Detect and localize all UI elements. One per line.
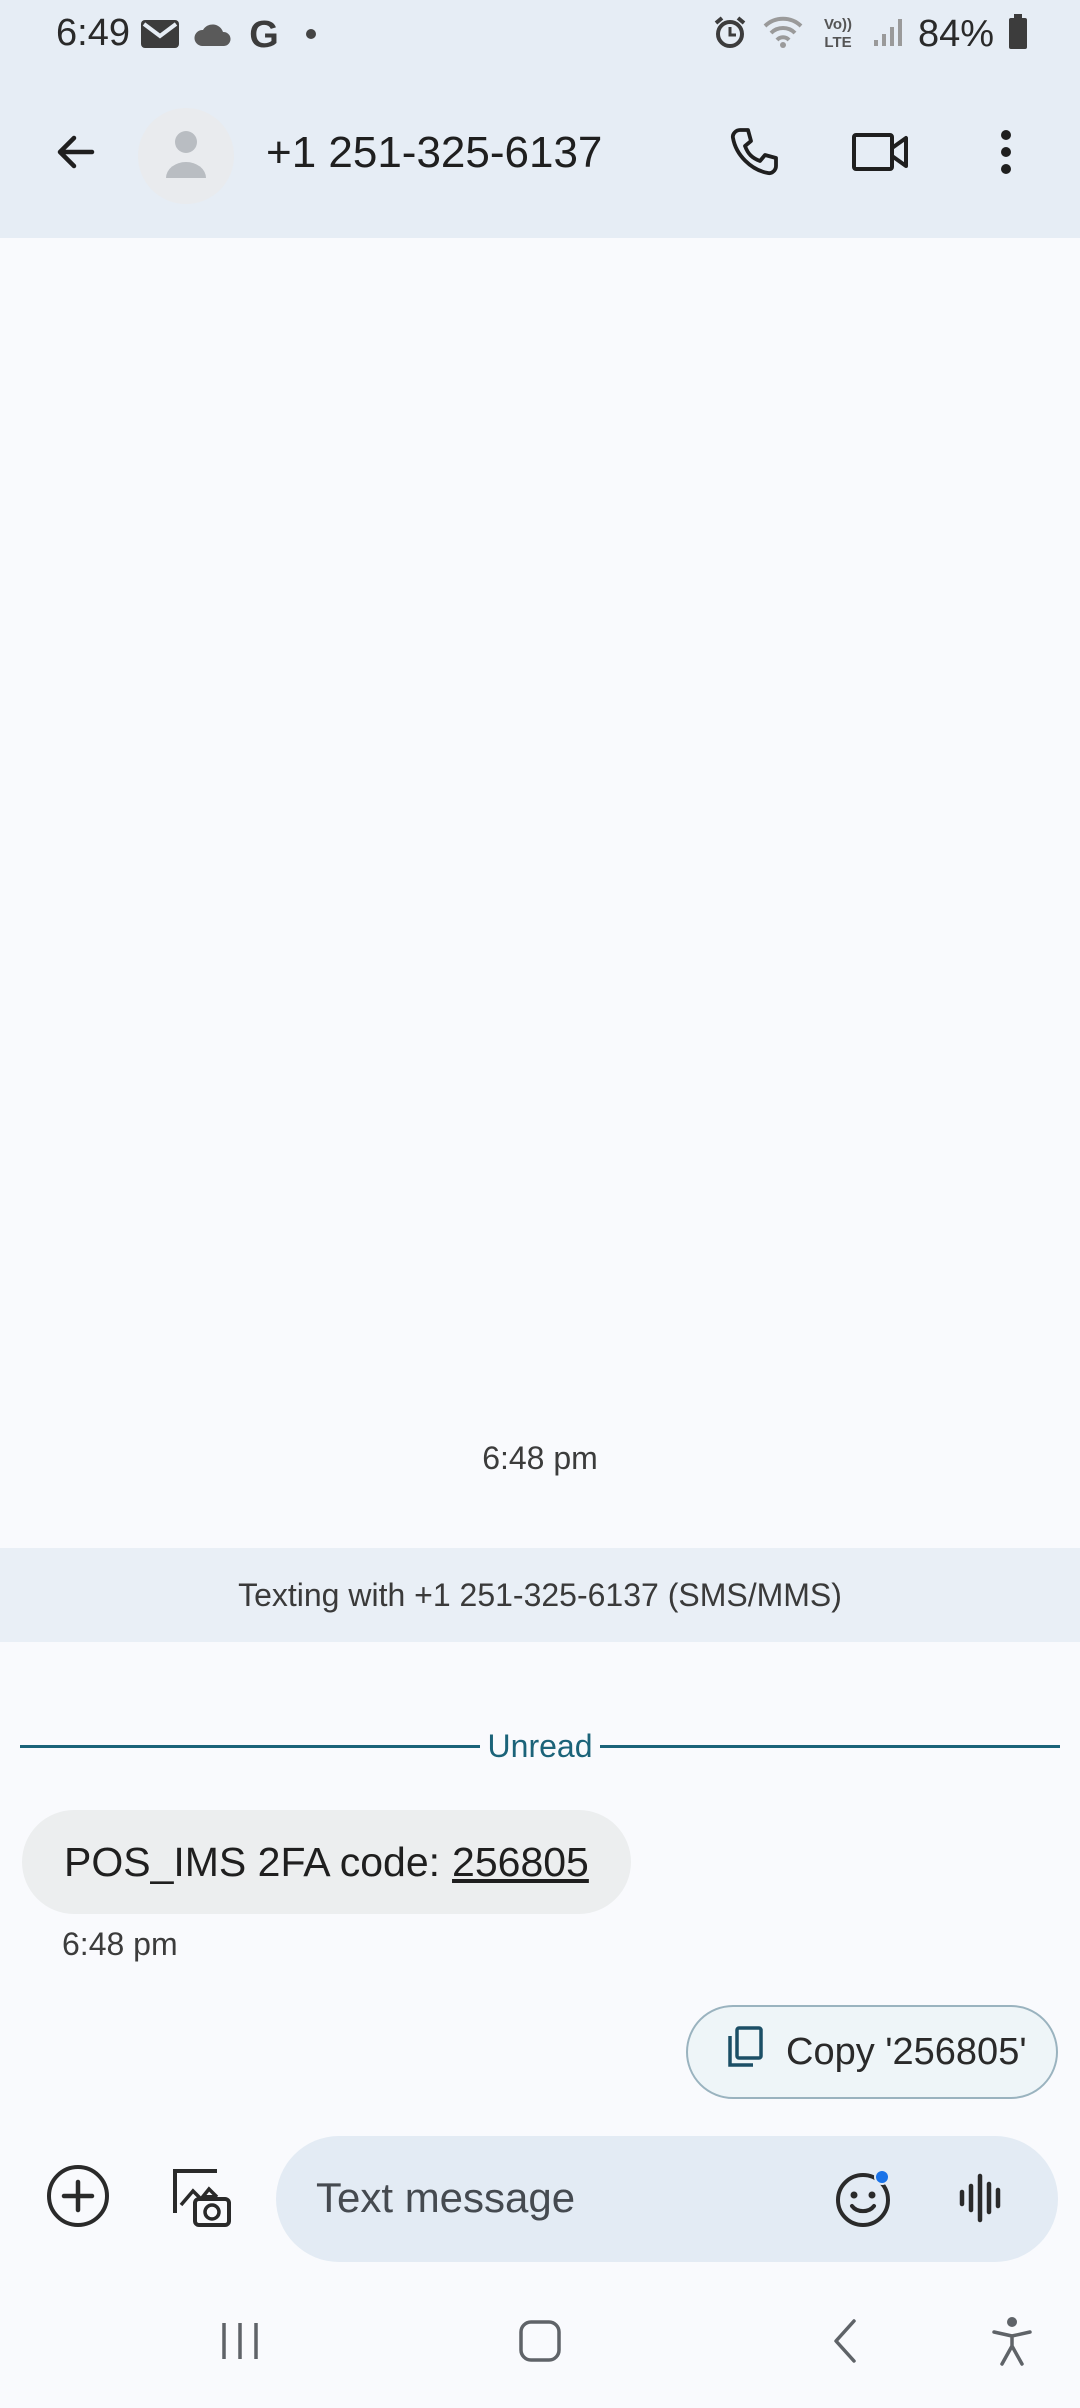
copy-chip-label: Copy '256805' — [786, 2030, 1027, 2073]
video-camera-icon — [851, 130, 909, 179]
compose-row — [0, 2136, 1080, 2262]
system-status-icons: Vo)) LTE 84% — [712, 12, 1028, 56]
voice-message-button[interactable] — [940, 2158, 1024, 2242]
contact-avatar[interactable] — [138, 108, 234, 204]
call-button[interactable] — [714, 114, 794, 194]
person-icon — [164, 128, 208, 185]
svg-text:G: G — [249, 14, 279, 54]
conversation-app-bar: +1 251-325-6137 — [0, 90, 1080, 218]
status-bar: 6:49 G Vo)) LTE 84% — [0, 0, 1080, 70]
onedrive-icon — [192, 20, 232, 48]
divider-line-right — [600, 1744, 1061, 1748]
back-arrow-icon — [52, 128, 100, 181]
home-button[interactable] — [490, 2298, 590, 2388]
volte-lte-icon: Vo)) LTE — [818, 13, 858, 56]
battery-percent: 84% — [917, 12, 994, 55]
message-time: 6:48 pm — [62, 1926, 178, 1962]
back-icon — [830, 2317, 860, 2370]
wifi-icon — [762, 14, 804, 55]
recent-apps-button[interactable] — [190, 2298, 290, 2388]
battery-icon — [1008, 13, 1028, 55]
gmail-icon — [140, 18, 180, 50]
message-code-link[interactable]: 256805 — [452, 1839, 589, 1886]
emoji-icon — [833, 2167, 895, 2234]
incoming-message-bubble[interactable]: POS_IMS 2FA code: 256805 — [22, 1810, 631, 1914]
messages-screen: 6:49 G Vo)) LTE 84% +1 251-325-6137 6:48… — [0, 0, 1080, 2408]
emoji-button[interactable] — [822, 2158, 906, 2242]
accessibility-button[interactable] — [962, 2298, 1062, 2388]
video-call-button[interactable] — [840, 114, 920, 194]
google-icon: G — [244, 14, 284, 54]
more-vert-icon — [999, 128, 1013, 181]
status-time: 6:49 — [56, 12, 130, 54]
recent-apps-icon — [218, 2319, 262, 2368]
more-notifications-dot — [306, 29, 316, 39]
unread-divider: Unread — [20, 1726, 1061, 1766]
unread-label: Unread — [487, 1727, 593, 1764]
gallery-button[interactable] — [158, 2156, 242, 2240]
attach-button[interactable] — [36, 2156, 120, 2240]
add-circle-icon — [45, 2163, 111, 2234]
accessibility-icon — [990, 2315, 1034, 2372]
message-input[interactable] — [316, 2168, 796, 2228]
sms-mode-banner: Texting with +1 251-325-6137 (SMS/MMS) — [0, 1548, 1080, 1642]
svg-text:LTE: LTE — [824, 34, 851, 51]
phone-icon — [726, 124, 782, 185]
alarm-icon — [712, 14, 748, 55]
sms-banner-text: Texting with +1 251-325-6137 (SMS/MMS) — [238, 1576, 842, 1613]
home-icon — [518, 2319, 562, 2368]
nav-back-button[interactable] — [795, 2298, 895, 2388]
divider-line-left — [20, 1744, 480, 1748]
signal-icon — [872, 16, 904, 53]
copy-code-chip[interactable]: Copy '256805' — [686, 2005, 1058, 2099]
message-text: POS_IMS 2FA code: — [64, 1838, 441, 1885]
svg-text:Vo)): Vo)) — [824, 16, 852, 33]
more-options-button[interactable] — [966, 114, 1046, 194]
back-button[interactable] — [36, 114, 116, 194]
compose-field[interactable] — [276, 2136, 1058, 2262]
voice-waveform-icon — [954, 2170, 1010, 2231]
conversation-timestamp: 6:48 pm — [482, 1440, 598, 1476]
contact-title[interactable]: +1 251-325-6137 — [266, 128, 602, 178]
copy-icon — [724, 2025, 764, 2079]
system-nav-bar — [0, 2278, 1080, 2408]
gallery-icon — [167, 2163, 233, 2234]
notification-icons: G — [140, 14, 316, 54]
